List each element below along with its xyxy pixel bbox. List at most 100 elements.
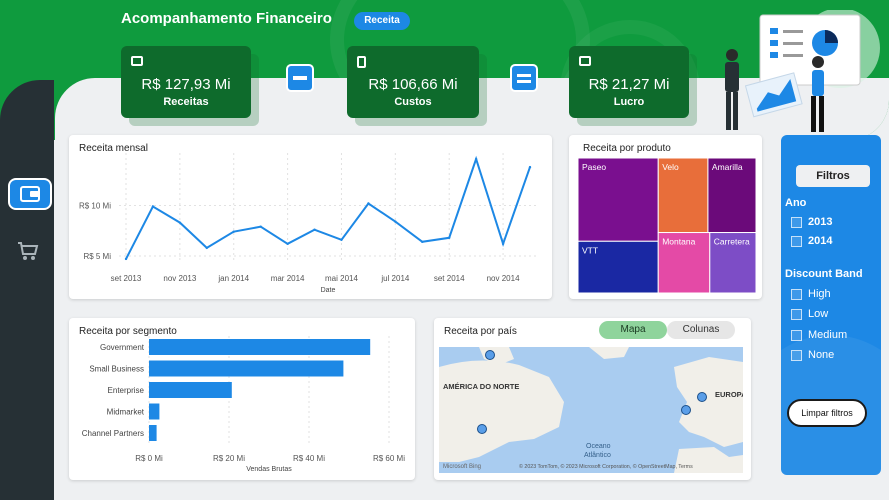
toggle-mapa[interactable]: Mapa: [599, 321, 667, 339]
x-tick-label: mai 2014: [325, 274, 358, 283]
kpi-label: Receitas: [163, 96, 209, 108]
receita-pais-card: Receita por país AMÉRICA DO NORTE EUROPA…: [434, 318, 751, 480]
checkbox[interactable]: [791, 329, 802, 341]
checkbox[interactable]: [791, 308, 802, 320]
data-point: [124, 257, 128, 261]
x-tick-label: R$ 40 Mi: [293, 454, 325, 463]
map-point[interactable]: [697, 392, 707, 402]
y-tick-label: R$ 5 Mi: [83, 252, 111, 261]
kpi-lucro-card: R$ 21,27 Mi Lucro: [569, 46, 689, 118]
map-point[interactable]: [477, 424, 487, 434]
category-label: Small Business: [89, 365, 144, 374]
treemap-label: VTT: [582, 245, 598, 255]
filter-panel: Filtros Ano 2013 2014 Discount Band High…: [781, 135, 881, 475]
year-filter-heading: Ano: [785, 197, 807, 209]
x-tick-label: jan 2014: [217, 274, 249, 283]
map-attribution: © 2023 TomTom, © 2023 Microsoft Corporat…: [519, 463, 693, 470]
discount-filter-heading: Discount Band: [785, 268, 863, 280]
category-label: Midmarket: [107, 408, 145, 417]
toggle-colunas[interactable]: Colunas: [667, 321, 735, 339]
minus-icon: [286, 64, 314, 92]
checkbox[interactable]: [791, 216, 802, 228]
x-tick-label: mar 2014: [271, 274, 305, 283]
map-point[interactable]: [485, 350, 495, 360]
checkbox[interactable]: [791, 235, 802, 247]
document-money-icon: [357, 56, 366, 68]
clear-filters-button[interactable]: Limpar filtros: [787, 399, 867, 427]
receita-segmento-card: Receita por segmento R$ 0 Mi R$ 20 Mi R$ 4…: [69, 318, 415, 480]
treemap-label: Amarilla: [712, 162, 743, 172]
discount-option[interactable]: Medium: [791, 329, 847, 341]
equals-icon: [510, 64, 538, 92]
category-label: Channel Partners: [82, 429, 144, 438]
map-ocean-label: Oceano: [586, 443, 611, 450]
page-title: Acompanhamento Financeiro: [121, 10, 332, 27]
cash-register-icon: [131, 56, 143, 66]
bar-midmarket: [149, 403, 160, 420]
kpi-custos-card: R$ 106,66 Mi Custos: [347, 46, 479, 118]
nav-cart-button[interactable]: [17, 240, 39, 262]
data-point: [448, 236, 451, 239]
data-point: [528, 165, 532, 169]
x-tick-label: nov 2013: [163, 274, 196, 283]
treemap-chart[interactable]: Paseo VTT Velo Amarilla Montana Carretera: [569, 135, 762, 299]
receita-mensal-card: Receita mensal R$ 5 Mi R$ 10 Mi set 2013 no…: [69, 135, 552, 299]
map-label-europe: EUROPA: [715, 390, 743, 399]
data-point: [394, 220, 397, 223]
filter-title: Filtros: [796, 165, 870, 187]
data-point: [421, 240, 424, 244]
kpi-value: R$ 127,93 Mi: [141, 76, 231, 93]
category-label: Government: [100, 343, 145, 352]
map-ocean-label-2: Atlântico: [584, 452, 611, 459]
checkbox[interactable]: [791, 349, 802, 361]
data-point: [151, 205, 155, 208]
x-tick-label: R$ 60 Mi: [373, 454, 405, 463]
bar-channel-partners: [149, 425, 157, 441]
bar-enterprise: [149, 382, 232, 398]
year-option[interactable]: 2013: [791, 216, 832, 228]
x-tick-label: nov 2014: [487, 274, 520, 283]
kpi-label: Custos: [394, 96, 432, 108]
map-brand-label: Microsoft Bing: [443, 464, 481, 470]
data-point: [178, 221, 182, 224]
treemap-label: Montana: [662, 237, 695, 247]
kpi-label: Lucro: [613, 96, 645, 108]
treemap-label: Paseo: [582, 162, 606, 172]
wallet-icon: [20, 186, 40, 202]
receita-pill-button[interactable]: Receita: [354, 12, 410, 30]
treemap-label: Carretera: [714, 237, 750, 247]
data-point: [501, 242, 505, 246]
bar-government: [149, 339, 371, 355]
line-chart[interactable]: R$ 5 Mi R$ 10 Mi set 2013 nov 2013 jan 2014 m…: [69, 135, 552, 299]
discount-option[interactable]: None: [791, 349, 834, 361]
data-point: [259, 225, 262, 228]
category-label: Enterprise: [108, 386, 145, 395]
receita-produto-card: Receita por produto Paseo VTT Velo Amarilla…: [569, 135, 762, 299]
bar-chart[interactable]: R$ 0 Mi R$ 20 Mi R$ 40 Mi R$ 60 Mi Governmen…: [69, 318, 415, 480]
discount-option[interactable]: Low: [791, 308, 828, 320]
money-icon: [579, 56, 591, 66]
sidebar: [0, 80, 54, 500]
treemap-label: Velo: [662, 162, 679, 172]
map-point[interactable]: [681, 405, 691, 415]
x-tick-label: R$ 0 Mi: [135, 454, 163, 463]
data-point: [474, 157, 478, 161]
x-tick-label: R$ 20 Mi: [213, 454, 245, 463]
data-point: [313, 228, 316, 231]
x-tick-label: jul 2014: [380, 274, 410, 283]
x-tick-label: set 2014: [434, 274, 465, 283]
data-point: [286, 242, 289, 246]
nav-wallet-button[interactable]: [8, 178, 52, 210]
analytics-illustration: [725, 10, 880, 132]
series-line-receita: [125, 155, 531, 260]
data-point: [232, 230, 235, 233]
cart-icon: [18, 242, 39, 260]
year-option[interactable]: 2014: [791, 235, 832, 247]
world-map[interactable]: AMÉRICA DO NORTE EUROPA Oceano Atlântico…: [439, 347, 743, 473]
x-axis-label: Date: [321, 287, 336, 294]
checkbox[interactable]: [791, 288, 802, 300]
y-tick-label: R$ 10 Mi: [79, 201, 111, 210]
x-axis-label: Vendas Brutas: [246, 466, 292, 473]
discount-option[interactable]: High: [791, 288, 831, 300]
chart-title: Receita por país: [444, 326, 517, 337]
